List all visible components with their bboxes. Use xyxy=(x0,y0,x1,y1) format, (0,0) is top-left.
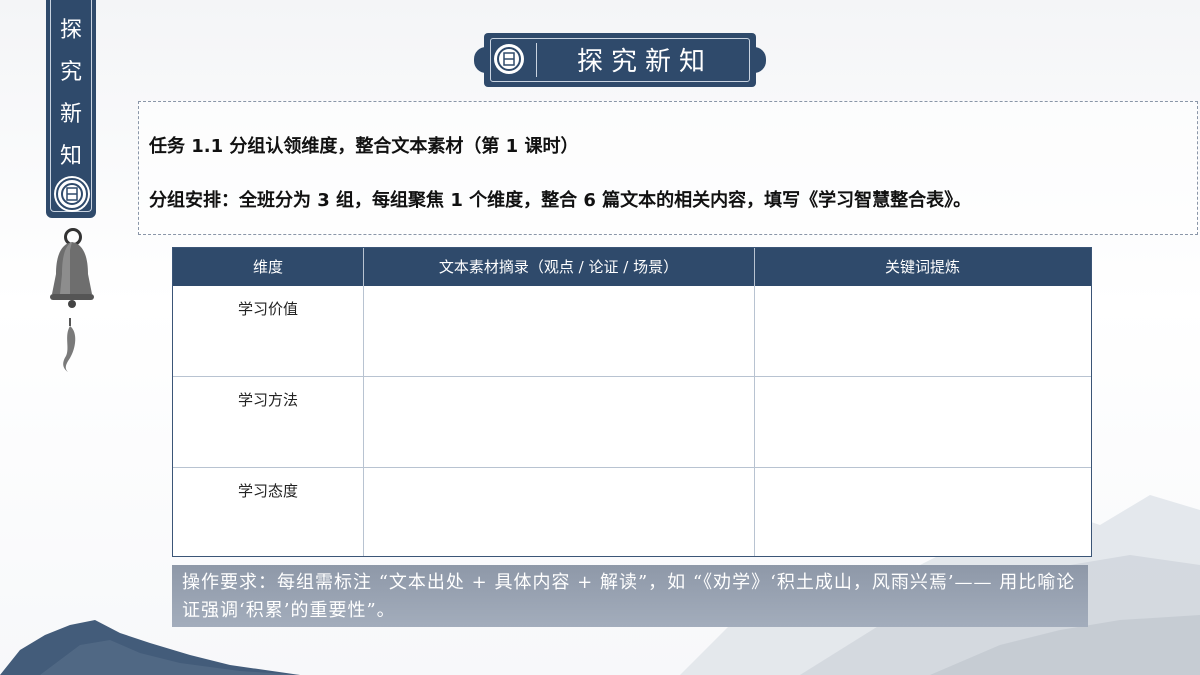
operation-requirement-note: 操作要求：每组需标注 “文本出处 + 具体内容 + 解读”，如 “《劝学》‘积土… xyxy=(172,565,1088,627)
seal-icon xyxy=(56,178,88,210)
header-keywords: 关键词提炼 xyxy=(884,258,960,276)
table-row-label: 学习态度 xyxy=(237,482,298,500)
table-row-label: 学习方法 xyxy=(237,391,298,409)
keyword-cell[interactable] xyxy=(755,287,1091,375)
table-header: 维度 文本素材摘录（观点 / 论证 / 场景） 关键词提炼 xyxy=(173,248,1091,286)
bell-icon xyxy=(50,242,94,308)
table-row-label: 学习价值 xyxy=(237,300,298,318)
keyword-cell[interactable] xyxy=(755,377,1091,466)
task-description-box: 任务 1.1 分组认领维度，整合文本素材（第 1 课时） 分组安排：全班分为 3… xyxy=(138,101,1198,235)
banner-char: 新 xyxy=(59,102,82,127)
task-heading: 任务 1.1 分组认领维度，整合文本素材（第 1 课时） xyxy=(149,136,579,157)
header-dimension: 维度 xyxy=(252,258,283,276)
task-grouping: 分组安排：全班分为 3 组，每组聚焦 1 个维度，整合 6 篇文本的相关内容，填… xyxy=(149,190,972,211)
section-title-plaque: 探究新知 xyxy=(474,33,766,87)
banner-text: 探 究 新 知 xyxy=(46,10,96,178)
excerpt-cell[interactable] xyxy=(364,377,753,466)
keyword-cell[interactable] xyxy=(755,468,1091,556)
vertical-banner: 探 究 新 知 xyxy=(46,0,96,218)
banner-char: 知 xyxy=(59,144,82,169)
integration-table: 维度 文本素材摘录（观点 / 论证 / 场景） 关键词提炼 学习价值 学习方法 … xyxy=(172,247,1092,557)
excerpt-cell[interactable] xyxy=(364,468,753,556)
excerpt-cell[interactable] xyxy=(364,287,753,375)
header-excerpt: 文本素材摘录（观点 / 论证 / 场景） xyxy=(438,258,679,276)
banner-char: 探 xyxy=(59,18,82,43)
emblem-icon xyxy=(494,44,524,74)
fish-pendant-icon xyxy=(63,318,76,372)
banner-char: 究 xyxy=(59,60,82,85)
page-title: 探究新知 xyxy=(576,47,713,77)
